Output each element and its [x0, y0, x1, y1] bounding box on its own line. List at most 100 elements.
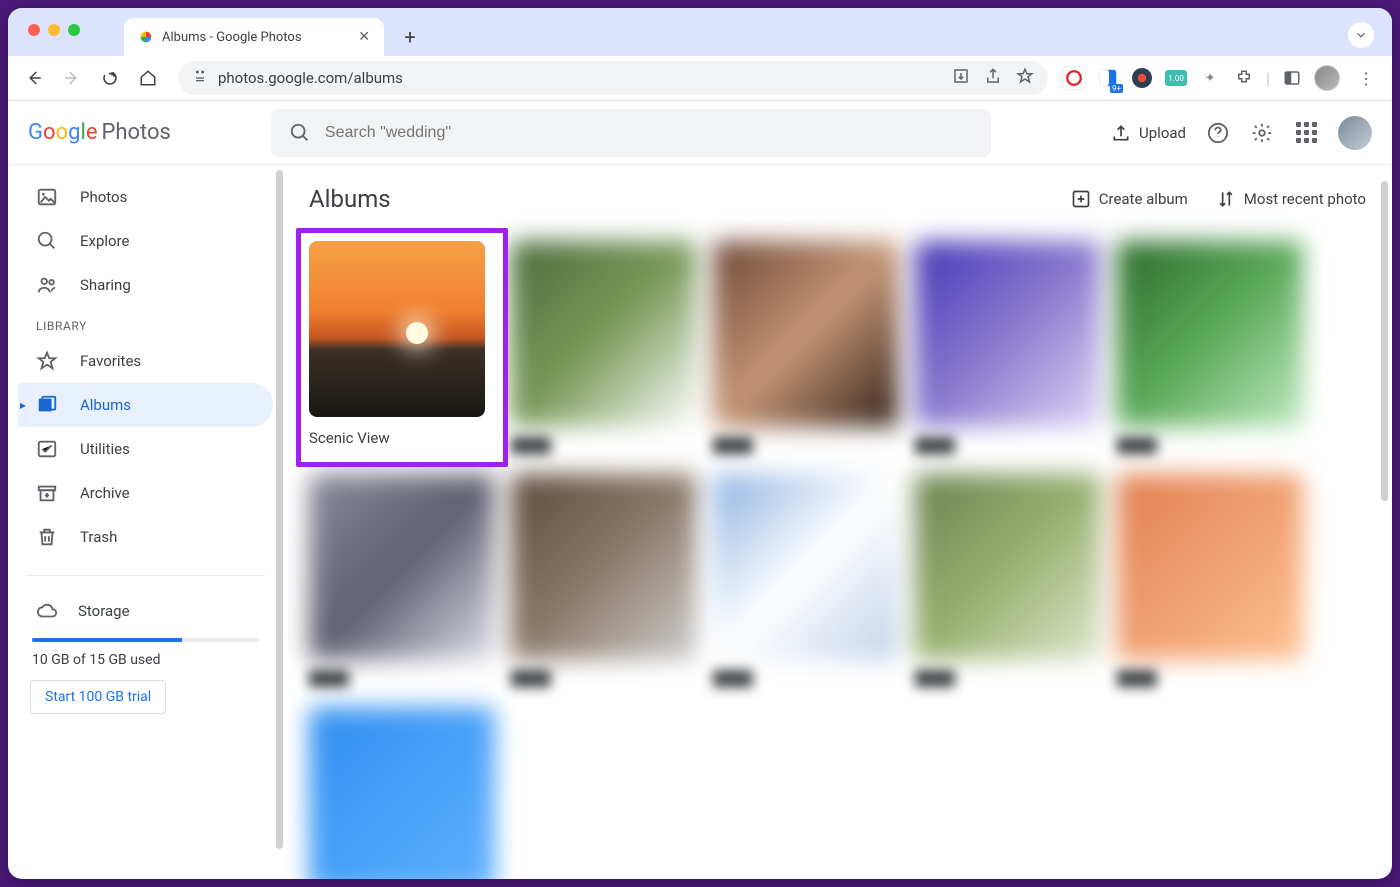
sidebar-item-explore[interactable]: Explore — [18, 219, 273, 263]
star-icon — [36, 350, 58, 372]
album-thumbnail — [511, 241, 697, 427]
sidebar-item-albums[interactable]: Albums — [18, 383, 273, 427]
address-bar[interactable]: photos.google.com/albums — [178, 61, 1048, 95]
upload-icon — [1111, 123, 1131, 143]
reload-button[interactable] — [94, 62, 126, 94]
album-card[interactable]: Scenic View — [296, 228, 508, 467]
sidebar-item-favorites[interactable]: Favorites — [18, 339, 273, 383]
maximize-window-button[interactable] — [68, 24, 80, 36]
album-thumbnail — [309, 241, 485, 417]
tab-dropdown-button[interactable] — [1348, 22, 1374, 48]
sidebar-item-storage[interactable]: Storage — [30, 592, 261, 630]
trial-label: Start 100 GB trial — [45, 689, 151, 705]
settings-button[interactable] — [1250, 121, 1274, 145]
people-icon — [36, 274, 58, 296]
side-panel-button[interactable] — [1280, 66, 1304, 90]
album-card[interactable]: ████ — [511, 241, 697, 454]
search-icon — [36, 230, 58, 252]
extension-opera[interactable] — [1062, 66, 1086, 90]
google-apps-button[interactable] — [1294, 121, 1318, 145]
sidebar-item-label: Archive — [80, 484, 130, 502]
sidebar-item-label: Trash — [80, 528, 117, 546]
share-icon[interactable] — [984, 67, 1002, 89]
sort-icon — [1216, 189, 1236, 209]
upload-button[interactable]: Upload — [1111, 123, 1186, 143]
extension-5[interactable]: ✦ — [1198, 66, 1222, 90]
arrow-right-icon — [63, 69, 81, 87]
album-name: ████ — [309, 670, 495, 687]
sidebar-item-label: Sharing — [80, 276, 131, 294]
google-photos-logo[interactable]: Google Photos — [28, 120, 171, 145]
album-card[interactable]: ████ — [915, 474, 1101, 687]
sidebar-item-archive[interactable]: Archive — [18, 471, 273, 515]
site-info-icon[interactable] — [192, 68, 208, 88]
album-thumbnail — [511, 474, 697, 660]
extension-4[interactable]: 1.00 — [1164, 66, 1188, 90]
sidebar-item-sharing[interactable]: Sharing — [18, 263, 273, 307]
album-name: ████ — [915, 670, 1101, 687]
album-card[interactable] — [309, 707, 495, 879]
create-album-button[interactable]: Create album — [1071, 189, 1188, 209]
extension-badge: 9+ — [1110, 84, 1123, 93]
browser-profile-avatar[interactable] — [1314, 65, 1340, 91]
extensions-button[interactable] — [1232, 66, 1256, 90]
home-button[interactable] — [132, 62, 164, 94]
archive-icon — [36, 482, 58, 504]
gear-icon — [1251, 122, 1273, 144]
start-trial-button[interactable]: Start 100 GB trial — [30, 680, 166, 714]
back-button[interactable] — [18, 62, 50, 94]
storage-label: Storage — [78, 602, 130, 620]
sort-button[interactable]: Most recent photo — [1216, 189, 1366, 209]
album-card[interactable]: ████ — [915, 241, 1101, 454]
url-text: photos.google.com/albums — [218, 69, 942, 87]
image-icon — [36, 186, 58, 208]
new-tab-button[interactable]: + — [396, 23, 424, 51]
album-card[interactable]: ████ — [1117, 241, 1303, 454]
sidebar-section-label: LIBRARY — [18, 307, 273, 339]
page-title: Albums — [309, 185, 391, 213]
browser-tab-strip: Albums - Google Photos ✕ + — [8, 8, 1392, 56]
sidebar-item-label: Utilities — [80, 440, 130, 458]
album-card[interactable]: ████ — [511, 474, 697, 687]
close-window-button[interactable] — [28, 24, 40, 36]
logo-product-text: Photos — [101, 120, 170, 145]
sort-label: Most recent photo — [1244, 190, 1366, 208]
search-icon — [289, 122, 311, 144]
sidebar-item-utilities[interactable]: Utilities — [18, 427, 273, 471]
main-content: Albums Create album Most recent photo — [283, 165, 1392, 879]
album-thumbnail — [309, 707, 495, 879]
sidebar-item-label: Photos — [80, 188, 127, 206]
album-card[interactable]: ████ — [713, 241, 899, 454]
album-name: ████ — [1117, 670, 1303, 687]
storage-progress-bar — [32, 638, 259, 642]
bookmark-icon[interactable] — [1016, 67, 1034, 89]
reload-icon — [101, 69, 119, 87]
browser-toolbar: photos.google.com/albums 9+ 1.00 ✦ | — [8, 56, 1392, 101]
apps-grid-icon — [1296, 122, 1317, 143]
browser-tab[interactable]: Albums - Google Photos ✕ — [124, 18, 384, 56]
album-card[interactable]: ████ — [309, 474, 495, 687]
album-name: ████ — [1117, 437, 1303, 454]
sidebar-item-trash[interactable]: Trash — [18, 515, 273, 559]
extension-translate[interactable]: 9+ — [1096, 66, 1120, 90]
search-bar[interactable] — [271, 109, 991, 157]
browser-menu-button[interactable]: ⋮ — [1350, 62, 1382, 94]
minimize-window-button[interactable] — [48, 24, 60, 36]
account-avatar[interactable] — [1338, 116, 1372, 150]
album-thumbnail — [1117, 241, 1303, 427]
scrollbar[interactable] — [1381, 181, 1388, 501]
sidebar-item-label: Albums — [80, 396, 131, 414]
album-card[interactable]: ████ — [1117, 474, 1303, 687]
search-input[interactable] — [325, 124, 973, 142]
album-name: ████ — [511, 670, 697, 687]
album-thumbnail — [309, 474, 495, 660]
help-button[interactable] — [1206, 121, 1230, 145]
create-album-label: Create album — [1099, 190, 1188, 208]
extension-3[interactable] — [1130, 66, 1154, 90]
close-tab-button[interactable]: ✕ — [358, 29, 370, 45]
toolbar-separator: | — [1266, 69, 1270, 88]
forward-button[interactable] — [56, 62, 88, 94]
album-card[interactable]: ████ — [713, 474, 899, 687]
install-app-icon[interactable] — [952, 67, 970, 89]
sidebar-item-photos[interactable]: Photos — [18, 175, 273, 219]
